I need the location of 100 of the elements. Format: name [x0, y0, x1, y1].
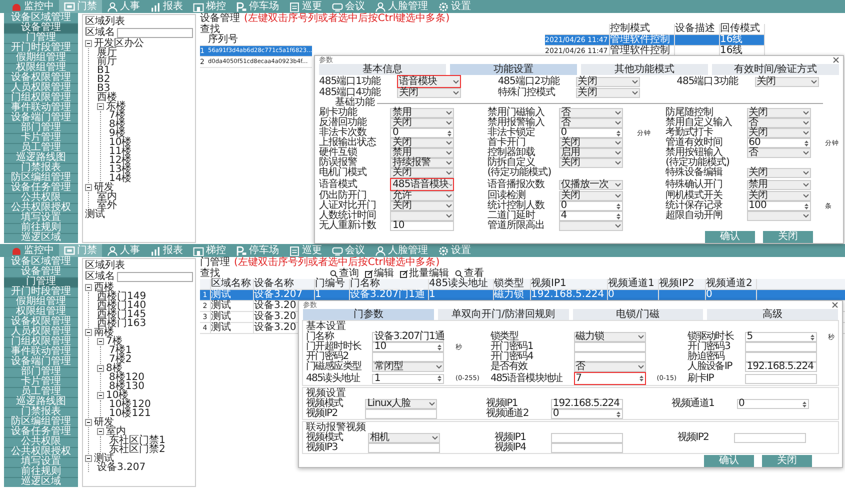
- dropdown[interactable]: 关闭: [558, 191, 623, 201]
- spin-field[interactable]: 4: [558, 211, 623, 221]
- tree-item[interactable]: 测试: [94, 454, 114, 463]
- input-field[interactable]: [574, 352, 646, 362]
- toolbar-button[interactable]: 查询: [330, 268, 359, 279]
- dropdown[interactable]: 禁用: [390, 148, 454, 158]
- dropdown[interactable]: 关闭: [390, 118, 454, 128]
- dropdown[interactable]: 磁力锁: [574, 332, 646, 342]
- close-icon[interactable]: [832, 302, 838, 308]
- tree-item[interactable]: 西楼: [94, 283, 114, 292]
- tab[interactable]: 基本信息: [319, 64, 446, 75]
- tree-item[interactable]: 8楼130: [109, 382, 144, 391]
- dropdown[interactable]: 仅播放一次: [558, 180, 623, 190]
- tree-item[interactable]: 8楼: [106, 364, 122, 373]
- spin-field[interactable]: 7: [574, 372, 646, 385]
- tree-item[interactable]: 西楼门140: [97, 301, 146, 310]
- input-field[interactable]: [368, 443, 440, 453]
- input-field[interactable]: [744, 374, 817, 384]
- sidebar-item[interactable]: 设备管理: [4, 23, 78, 33]
- tree-item[interactable]: 10楼120: [109, 400, 151, 409]
- dropdown[interactable]: 常闭型: [372, 362, 444, 372]
- spin-field[interactable]: 100: [746, 201, 811, 211]
- dropdown[interactable]: [746, 211, 811, 221]
- tree-item[interactable]: 8楼120: [109, 373, 144, 382]
- dropdown[interactable]: 关闭: [746, 168, 811, 178]
- dropdown[interactable]: 关闭: [390, 201, 454, 211]
- dropdown[interactable]: 持续报警: [390, 158, 454, 168]
- tree-item[interactable]: 测试: [85, 210, 105, 219]
- spin-field[interactable]: 0: [558, 201, 623, 211]
- tree-item[interactable]: 10楼121: [109, 409, 151, 418]
- tree-item[interactable]: 11楼: [109, 147, 132, 156]
- tree-item[interactable]: 10楼: [109, 138, 132, 147]
- tree-item[interactable]: 展厅: [97, 48, 117, 57]
- dropdown[interactable]: 关闭: [576, 88, 640, 98]
- spin-field[interactable]: 1: [372, 374, 444, 384]
- toolbar-button[interactable]: 编辑: [365, 268, 394, 279]
- input-field[interactable]: [365, 409, 438, 419]
- tree-item[interactable]: 室内: [97, 192, 117, 201]
- collapse-icon[interactable]: [97, 365, 104, 372]
- collapse-icon[interactable]: [85, 329, 92, 336]
- toolbar-button[interactable]: 查看: [455, 268, 484, 279]
- dropdown[interactable]: 关闭: [746, 108, 811, 118]
- input-field[interactable]: [744, 352, 817, 362]
- tab[interactable]: 高级: [707, 309, 838, 320]
- spin-field[interactable]: 5: [744, 332, 817, 342]
- tree-item[interactable]: 东楼: [106, 102, 126, 111]
- dropdown[interactable]: 语音模块: [396, 75, 461, 88]
- tree-item[interactable]: 西楼门149: [97, 292, 146, 301]
- spin-field[interactable]: 0: [550, 409, 623, 419]
- collapse-icon[interactable]: [85, 184, 92, 191]
- tree-item[interactable]: 7楼: [106, 337, 122, 346]
- tree-item[interactable]: 13楼: [109, 165, 132, 174]
- dropdown[interactable]: 否: [746, 118, 811, 128]
- input-field[interactable]: [744, 342, 817, 352]
- input-field[interactable]: [550, 433, 623, 443]
- tree-item[interactable]: 西楼门163: [97, 319, 146, 328]
- spin-field[interactable]: 60: [746, 138, 811, 148]
- dropdown[interactable]: 禁用: [390, 108, 454, 118]
- collapse-icon[interactable]: [97, 338, 104, 345]
- tab[interactable]: 门参数: [303, 309, 434, 320]
- input-field[interactable]: [734, 433, 806, 443]
- tree-item[interactable]: 前厅: [97, 57, 117, 66]
- collapse-icon[interactable]: [85, 419, 92, 426]
- tree-item[interactable]: 7楼2: [109, 355, 132, 364]
- dropdown[interactable]: 关闭: [746, 191, 811, 201]
- tree-item[interactable]: 9楼: [109, 129, 126, 138]
- tree-item[interactable]: 开发区办公: [94, 39, 144, 48]
- tree-item[interactable]: 设备3.207: [97, 463, 146, 472]
- dropdown[interactable]: 关闭: [390, 138, 454, 148]
- dropdown[interactable]: 否: [746, 148, 811, 158]
- collapse-icon[interactable]: [97, 392, 104, 399]
- collapse-icon[interactable]: [85, 40, 92, 47]
- dropdown[interactable]: 关闭: [390, 168, 454, 178]
- tree-item[interactable]: 研发: [94, 418, 114, 427]
- dropdown[interactable]: [390, 211, 454, 221]
- dropdown[interactable]: 关闭: [558, 138, 623, 148]
- dropdown[interactable]: 关闭: [396, 88, 461, 98]
- tab[interactable]: 其他功能模式: [581, 64, 708, 75]
- dropdown[interactable]: 否: [574, 362, 646, 372]
- tree-item[interactable]: 研发: [94, 183, 114, 192]
- dropdown[interactable]: 关闭: [746, 128, 811, 138]
- spin-field[interactable]: 0: [736, 399, 809, 409]
- spin-field[interactable]: 0: [558, 128, 623, 138]
- search-field[interactable]: [117, 28, 193, 38]
- tree-item[interactable]: B2: [97, 75, 110, 84]
- collapse-icon[interactable]: [97, 103, 104, 110]
- tree-item[interactable]: B3: [97, 84, 110, 93]
- dropdown[interactable]: 否: [558, 118, 623, 128]
- collapse-icon[interactable]: [97, 428, 104, 435]
- tree-item[interactable]: 10楼: [106, 391, 129, 400]
- tree-item[interactable]: 8楼: [109, 120, 126, 129]
- tree-item[interactable]: 7楼1: [109, 346, 132, 355]
- dropdown[interactable]: Linux人脸: [365, 399, 438, 409]
- search-field[interactable]: [117, 272, 193, 282]
- sidebar-item[interactable]: 门管理: [4, 277, 78, 287]
- tree-item[interactable]: 7楼: [109, 111, 126, 120]
- dropdown[interactable]: 否: [558, 108, 623, 118]
- input-field[interactable]: 10: [390, 221, 454, 231]
- tab[interactable]: 单双向开门/防潜回规则: [438, 309, 568, 320]
- tab[interactable]: 功能设置: [450, 64, 577, 75]
